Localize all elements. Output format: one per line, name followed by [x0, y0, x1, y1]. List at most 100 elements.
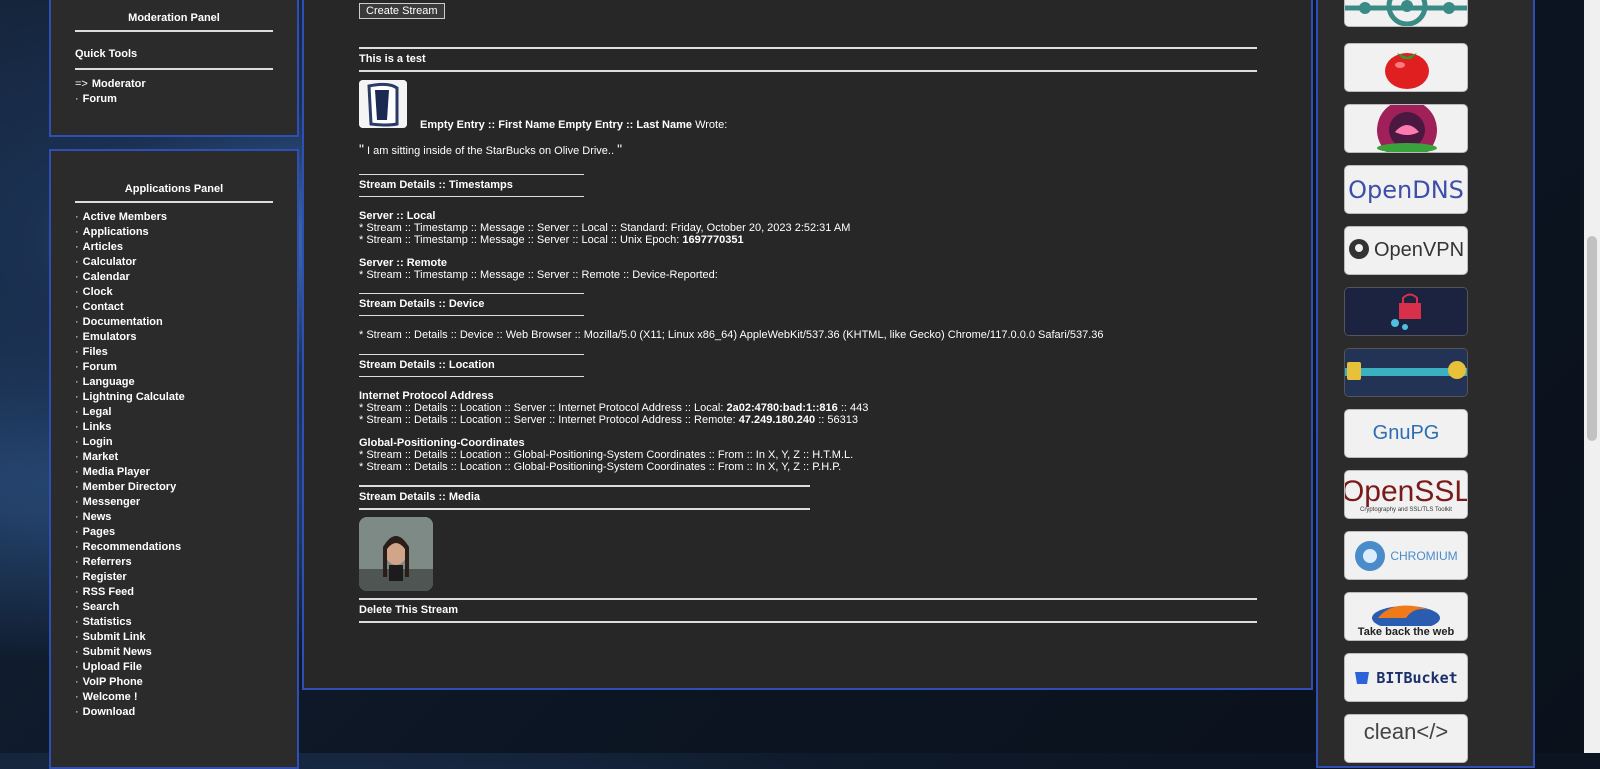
sidebar-item-news[interactable]: · News: [75, 510, 273, 525]
page-scrollbar[interactable]: [1584, 0, 1600, 753]
openssl-logo[interactable]: OpenSSL Cryptography and SSL/TLS Toolkit: [1344, 470, 1468, 519]
sidebar-item-links[interactable]: · Links: [75, 420, 273, 435]
scrollbar-thumb[interactable]: [1587, 236, 1597, 441]
sidebar-item-voip-phone[interactable]: · VoIP Phone: [75, 675, 273, 690]
sidebar-item-label: Active Members: [82, 211, 168, 223]
sidebar-item-emulators[interactable]: · Emulators: [75, 330, 273, 345]
sidebar-item-clock[interactable]: · Clock: [75, 285, 273, 300]
bullet-icon: ·: [75, 616, 79, 628]
create-stream-button[interactable]: Create Stream: [359, 3, 445, 19]
location-title: Stream Details :: Location: [359, 359, 495, 371]
bullet-icon: ·: [75, 706, 79, 718]
sidebar-item-login[interactable]: · Login: [75, 435, 273, 450]
firefox-logo[interactable]: Take back the web: [1344, 592, 1468, 641]
sidebar-item-calendar[interactable]: · Calendar: [75, 270, 273, 285]
sidebar-item-lightning-calculate[interactable]: · Lightning Calculate: [75, 390, 273, 405]
ip-local-port: :: 443: [840, 402, 869, 414]
sidebar-item-files[interactable]: · Files: [75, 345, 273, 360]
sidebar-item-applications[interactable]: · Applications: [75, 225, 273, 240]
bullet-icon: ·: [75, 571, 79, 583]
sidebar-item-label: Emulators: [82, 331, 137, 343]
bullet-icon: ·: [75, 241, 79, 253]
openssl-subtext: Cryptography and SSL/TLS Toolkit: [1360, 506, 1452, 513]
ip-remote-value: 47.249.180.240: [738, 414, 816, 426]
bullet-icon: ·: [75, 631, 79, 643]
sidebar-item-label: Links: [82, 421, 112, 433]
bullet-icon: ·: [75, 646, 79, 658]
lotus-logo[interactable]: [1344, 104, 1468, 153]
sidebar-item-register[interactable]: · Register: [75, 570, 273, 585]
sidebar-item-moderator[interactable]: => Moderator: [75, 77, 273, 92]
opendns-logo[interactable]: OpenDNS: [1344, 165, 1468, 214]
openvpn-logo[interactable]: OpenVPN: [1344, 226, 1468, 275]
lightning-network-logo[interactable]: [1344, 0, 1468, 27]
bullet-icon: ·: [75, 496, 79, 508]
sidebar-item-active-members[interactable]: · Active Members: [75, 210, 273, 225]
stream-message: I am sitting inside of the StarBucks on …: [367, 145, 615, 157]
media-thumbnail[interactable]: [359, 517, 433, 591]
sidebar-item-referrers[interactable]: · Referrers: [75, 555, 273, 570]
sidebar-item-media-player[interactable]: · Media Player: [75, 465, 273, 480]
sidebar-item-label: Files: [82, 346, 108, 358]
ip-local-label: * Stream :: Details :: Location :: Serve…: [359, 402, 724, 414]
remote-line: * Stream :: Timestamp :: Message :: Serv…: [359, 269, 718, 281]
sidebar-item-articles[interactable]: · Articles: [75, 240, 273, 255]
bitbucket-logo[interactable]: BITBucket: [1344, 653, 1468, 702]
sidebar-item-download[interactable]: · Download: [75, 705, 273, 720]
sidebar-item-contact[interactable]: · Contact: [75, 300, 273, 315]
tomato-icon: [1385, 53, 1429, 89]
gnupg-logo[interactable]: GnuPG: [1344, 409, 1468, 458]
bullet-icon: ·: [75, 691, 79, 703]
sidebar-item-label: Member Directory: [82, 481, 177, 493]
sidebar-item-upload-file[interactable]: · Upload File: [75, 660, 273, 675]
sidebar-item-forum[interactable]: · Forum: [75, 92, 273, 107]
sidebar-item-label: Submit Link: [82, 631, 146, 643]
network-icon: [1345, 0, 1467, 26]
sidebar-item-submit-news[interactable]: · Submit News: [75, 645, 273, 660]
bullet-icon: ·: [75, 316, 79, 328]
sidebar-item-statistics[interactable]: · Statistics: [75, 615, 273, 630]
bitbucket-text: BITBucket: [1376, 668, 1458, 687]
sidebar-item-search[interactable]: · Search: [75, 600, 273, 615]
delete-stream-link[interactable]: Delete This Stream: [359, 600, 1257, 621]
sidebar-item-messenger[interactable]: · Messenger: [75, 495, 273, 510]
sidebar-item-rss-feed[interactable]: · RSS Feed: [75, 585, 273, 600]
bullet-icon: ·: [75, 226, 79, 238]
sidebar-item-legal[interactable]: · Legal: [75, 405, 273, 420]
sidebar-item-language[interactable]: · Language: [75, 375, 273, 390]
bullet-icon: ·: [75, 481, 79, 493]
author-name[interactable]: Empty Entry :: First Name Empty Entry ::…: [420, 119, 692, 131]
sidebar-item-welcome[interactable]: · Welcome !: [75, 690, 273, 705]
sidebar-item-label: Calculator: [82, 256, 137, 268]
sidebar-item-label: Search: [82, 601, 120, 613]
sidebar-item-market[interactable]: · Market: [75, 450, 273, 465]
opendns-text: OpenDNS: [1348, 175, 1464, 204]
sidebar-item-label: Download: [82, 706, 136, 718]
chromium-icon: [1355, 540, 1386, 571]
sidebar-item-calculator[interactable]: · Calculator: [75, 255, 273, 270]
avatar[interactable]: [359, 80, 407, 128]
sidebar-item-pages[interactable]: · Pages: [75, 525, 273, 540]
gnupg-text: GnuPG: [1372, 422, 1440, 444]
privacy-logo[interactable]: [1344, 287, 1468, 336]
key-logo[interactable]: [1344, 348, 1468, 397]
sidebar-item-documentation[interactable]: · Documentation: [75, 315, 273, 330]
sidebar-item-label: Register: [82, 571, 127, 583]
sidebar-item-label: News: [82, 511, 112, 523]
sidebar-item-label: Pages: [82, 526, 116, 538]
arrow-icon: =>: [75, 78, 88, 90]
clean-code-logo[interactable]: clean</>: [1344, 714, 1468, 763]
sidebar-item-forum[interactable]: · Forum: [75, 360, 273, 375]
firefox-text: Take back the web: [1357, 626, 1455, 638]
sidebar-item-submit-link[interactable]: · Submit Link: [75, 630, 273, 645]
sidebar-item-member-directory[interactable]: · Member Directory: [75, 480, 273, 495]
timestamps-title: Stream Details :: Timestamps: [359, 179, 513, 191]
sidebar-item-label: Upload File: [82, 661, 142, 673]
partner-logos-panel: OpenDNS OpenVPN GnuPG OpenSSL Cryptograp…: [1316, 0, 1535, 768]
sidebar-item-label: Moderator: [91, 78, 146, 90]
sidebar-item-recommendations[interactable]: · Recommendations: [75, 540, 273, 555]
chromium-logo[interactable]: CHROMIUM: [1344, 531, 1468, 580]
person-photo-icon: [359, 517, 433, 591]
tomato-logo[interactable]: [1344, 43, 1468, 92]
ip-heading: Internet Protocol Address: [359, 390, 494, 402]
